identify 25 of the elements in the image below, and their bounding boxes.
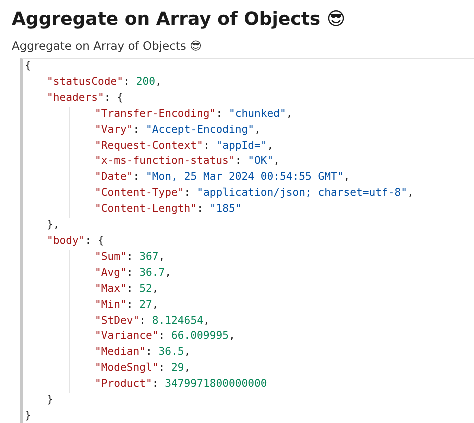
code-line: }, xyxy=(46,218,61,234)
code-line: "Product": 3479971800000000 xyxy=(94,377,268,392)
code-line: "x-ms-function-status": "OK", xyxy=(94,154,281,170)
code-line: { xyxy=(24,59,32,74)
code-line: "Request-Context": "appId=", xyxy=(94,138,275,154)
code-line: "statusCode": 200, xyxy=(46,74,163,90)
code-line: "Date": "Mon, 25 Mar 2024 00:54:55 GMT", xyxy=(94,170,352,186)
code-line: "Content-Length": "185" xyxy=(94,202,243,218)
code-line: "Transfer-Encoding": "chunked", xyxy=(94,106,294,122)
page-title: Aggregate on Array of Objects 😎 xyxy=(12,8,347,32)
code-line: "Vary": "Accept-Encoding", xyxy=(94,122,262,138)
code-line: } xyxy=(24,408,32,423)
code-line: "Median": 36.5, xyxy=(94,345,192,360)
code-line: "headers": { xyxy=(46,90,125,106)
code-line: "Sum": 367, xyxy=(94,250,166,265)
code-line: "Avg": 36.7, xyxy=(94,266,173,281)
output-label: Aggregate on Array of Objects 😎 xyxy=(12,38,204,54)
code-line: "StDev": 8.124654, xyxy=(94,314,211,328)
code-line: "Min": 27, xyxy=(94,298,160,313)
code-line: "ModeSngl": 29, xyxy=(94,361,192,376)
code-line: } xyxy=(46,393,54,408)
code-line: "Max": 52, xyxy=(94,282,160,297)
code-line: "Content-Type": "application/json; charset=utf-8", xyxy=(94,186,415,202)
code-line: "body": { xyxy=(46,234,106,249)
code-line: "Variance": 66.009995, xyxy=(94,329,236,344)
